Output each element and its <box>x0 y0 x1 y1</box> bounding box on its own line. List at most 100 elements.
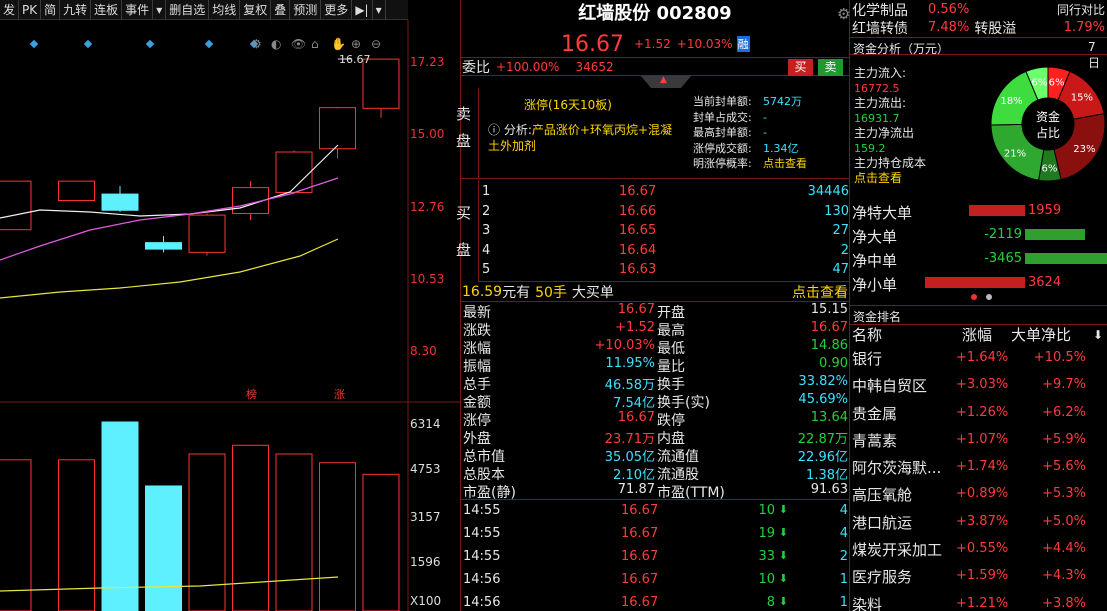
toolbar-item-5[interactable]: 事件 <box>122 0 154 20</box>
volume-bar[interactable] <box>275 453 313 611</box>
rank-header-net[interactable]: 大单净比 <box>1011 324 1071 345</box>
page-dot[interactable] <box>986 294 992 300</box>
limit-up-tag[interactable]: 涨 <box>334 386 345 402</box>
big-order-link[interactable]: 点击查看 <box>792 282 848 302</box>
volume-bar[interactable] <box>232 444 269 611</box>
bid-row[interactable]: 4 16.64 2 <box>479 241 849 261</box>
outflow-value: 16931.7 <box>854 112 900 125</box>
volume-bar[interactable] <box>145 485 182 611</box>
rank-row[interactable]: 港口航运 +3.87% +5.0% <box>850 509 1107 536</box>
big-order-text: 大买单 <box>571 285 614 301</box>
bid-row[interactable]: 3 16.65 27 <box>479 221 849 241</box>
candle[interactable] <box>145 242 182 250</box>
candle[interactable] <box>362 58 400 109</box>
settings-gear-icon[interactable]: ⚙ <box>837 5 850 23</box>
rank-row[interactable]: 医疗服务 +1.59% +4.3% <box>850 563 1107 590</box>
rank-pct: +3.87% <box>956 513 1009 529</box>
chart-tool-icon[interactable]: ⚙ <box>251 37 262 51</box>
flow-row[interactable]: 净小单 3624 <box>850 271 1107 295</box>
fund-share-donut[interactable]: 6% 15% 23% 6% 21% 18% 6% 资金占比 <box>990 64 1106 194</box>
toolbar-item-7[interactable]: 删自选 <box>166 0 210 20</box>
volume-axis-label: 1596 <box>410 555 441 569</box>
toolbar-item-3[interactable]: 九转 <box>60 0 92 20</box>
volume-bar[interactable] <box>319 462 356 611</box>
buy-button[interactable]: 买 <box>788 59 813 76</box>
stat-value[interactable]: 点击查看 <box>763 156 807 172</box>
donut-center-text: 资金 <box>1036 109 1060 124</box>
toolbar-item-6[interactable]: ▾ <box>153 0 167 20</box>
detail-label: 量比 <box>657 359 685 375</box>
chart-tool-icon[interactable]: 👁 <box>291 37 306 51</box>
volume-bar[interactable] <box>0 459 32 611</box>
event-marker-icon[interactable] <box>83 39 93 49</box>
detail-row: 总市值 35.05亿 流通值 22.96亿 <box>461 446 849 465</box>
rank-row[interactable]: 染料 +1.21% +3.8% <box>850 591 1107 611</box>
bid-row[interactable]: 1 16.67 34446 <box>479 182 849 202</box>
toolbar-item-13[interactable]: ▶| <box>352 0 373 20</box>
peer-compare-link[interactable]: 同行对比 <box>1057 1 1105 18</box>
sell-button[interactable]: 卖 <box>818 59 843 76</box>
event-marker-icon[interactable] <box>29 39 39 49</box>
detail-value: +1.52 <box>615 320 655 335</box>
toolbar-item-2[interactable]: 简 <box>41 0 61 20</box>
rank-row[interactable]: 贵金属 +1.26% +6.2% <box>850 400 1107 427</box>
page-dot-active[interactable] <box>971 294 977 300</box>
cost-link[interactable]: 点击查看 <box>854 171 994 186</box>
toolbar-item-4[interactable]: 连板 <box>91 0 123 20</box>
tick-row: 14:55 16.67 19 ⬇ 4 <box>461 526 849 549</box>
volume-bar[interactable] <box>101 421 139 611</box>
toolbar-item-8[interactable]: 均线 <box>209 0 241 20</box>
event-marker-icon[interactable] <box>204 39 214 49</box>
toolbar-item-0[interactable]: 发 <box>0 0 20 20</box>
rank-row[interactable]: 中韩自贸区 +3.03% +9.7% <box>850 372 1107 399</box>
bid-row[interactable]: 5 16.63 47 <box>479 260 849 280</box>
rank-row[interactable]: 银行 +1.64% +10.5% <box>850 345 1107 372</box>
bid-row[interactable]: 2 16.66 130 <box>479 202 849 222</box>
flow-row[interactable]: 净大单 -2119 <box>850 223 1107 247</box>
net-outflow-label: 主力净流出 <box>854 126 915 140</box>
rank-net: +4.4% <box>1042 541 1086 557</box>
flow-label: 净中单 <box>852 252 898 270</box>
toolbar-item-1[interactable]: PK <box>19 0 42 20</box>
bond-name[interactable]: 红墙转债 <box>852 18 908 38</box>
candle[interactable] <box>0 180 32 231</box>
toolbar-item-10[interactable]: 叠 <box>271 0 291 20</box>
rank-row[interactable]: 煤炭开采加工 +0.55% +4.4% <box>850 536 1107 563</box>
rank-row[interactable]: 青蒿素 +1.07% +5.9% <box>850 427 1107 454</box>
weibi-value: +100.00% <box>496 59 560 74</box>
volume-bar[interactable] <box>188 453 226 611</box>
rank-row[interactable]: 阿尔茨海默... +1.74% +5.6% <box>850 454 1107 481</box>
chart-tool-icon[interactable]: ⊖ <box>371 37 381 51</box>
chart-tool-icon[interactable]: ⌂ <box>311 37 319 51</box>
kline-chart[interactable]: ⚙ ◐ 👁 ⌂ ✋ ⊕ ⊖ <box>0 20 460 611</box>
flow-row[interactable]: 净特大单 1959 <box>850 199 1107 223</box>
premium-value: 1.79% <box>1063 20 1105 35</box>
rank-tag[interactable]: 榜 <box>246 386 257 402</box>
rank-name: 中韩自贸区 <box>852 377 928 396</box>
chart-tool-icon[interactable]: ✋ <box>331 37 346 51</box>
margin-tag[interactable]: 融 <box>736 36 750 52</box>
rank-header-name[interactable]: 名称 <box>852 324 882 345</box>
kline-chart-panel[interactable]: ⚙ ◐ 👁 ⌂ ✋ ⊕ ⊖ 17.23 15.00 12.76 10.53 8.30 6314 475… <box>0 20 460 611</box>
flow-row[interactable]: 净中单 -3465 <box>850 247 1107 271</box>
toolbar-item-14[interactable]: ▾ <box>373 0 386 20</box>
sort-down-icon[interactable]: ⬇ <box>1093 328 1103 342</box>
toolbar-item-11[interactable]: 预测 <box>290 0 322 20</box>
candle[interactable] <box>319 107 356 150</box>
candle[interactable] <box>101 193 139 211</box>
candle[interactable] <box>188 214 226 253</box>
event-marker-icon[interactable] <box>145 39 155 49</box>
rank-row[interactable]: 高压氧舱 +0.89% +5.3% <box>850 481 1107 508</box>
toolbar-item-9[interactable]: 复权 <box>240 0 272 20</box>
chart-tool-icon[interactable]: ◐ <box>271 37 281 51</box>
candle[interactable] <box>275 151 313 193</box>
stat-value: 5742万 <box>763 95 802 108</box>
rank-header-pct[interactable]: 涨幅 <box>962 324 992 345</box>
volume-bar[interactable] <box>362 473 400 611</box>
rank-title: 资金排名 <box>853 310 902 324</box>
toolbar-item-12[interactable]: 更多 <box>321 0 353 20</box>
bid-price: 16.65 <box>619 223 657 239</box>
candle[interactable] <box>58 180 95 202</box>
chart-tool-icon[interactable]: ⊕ <box>351 37 361 51</box>
detail-row: 外盘 23.71万 内盘 22.87万 <box>461 428 849 447</box>
